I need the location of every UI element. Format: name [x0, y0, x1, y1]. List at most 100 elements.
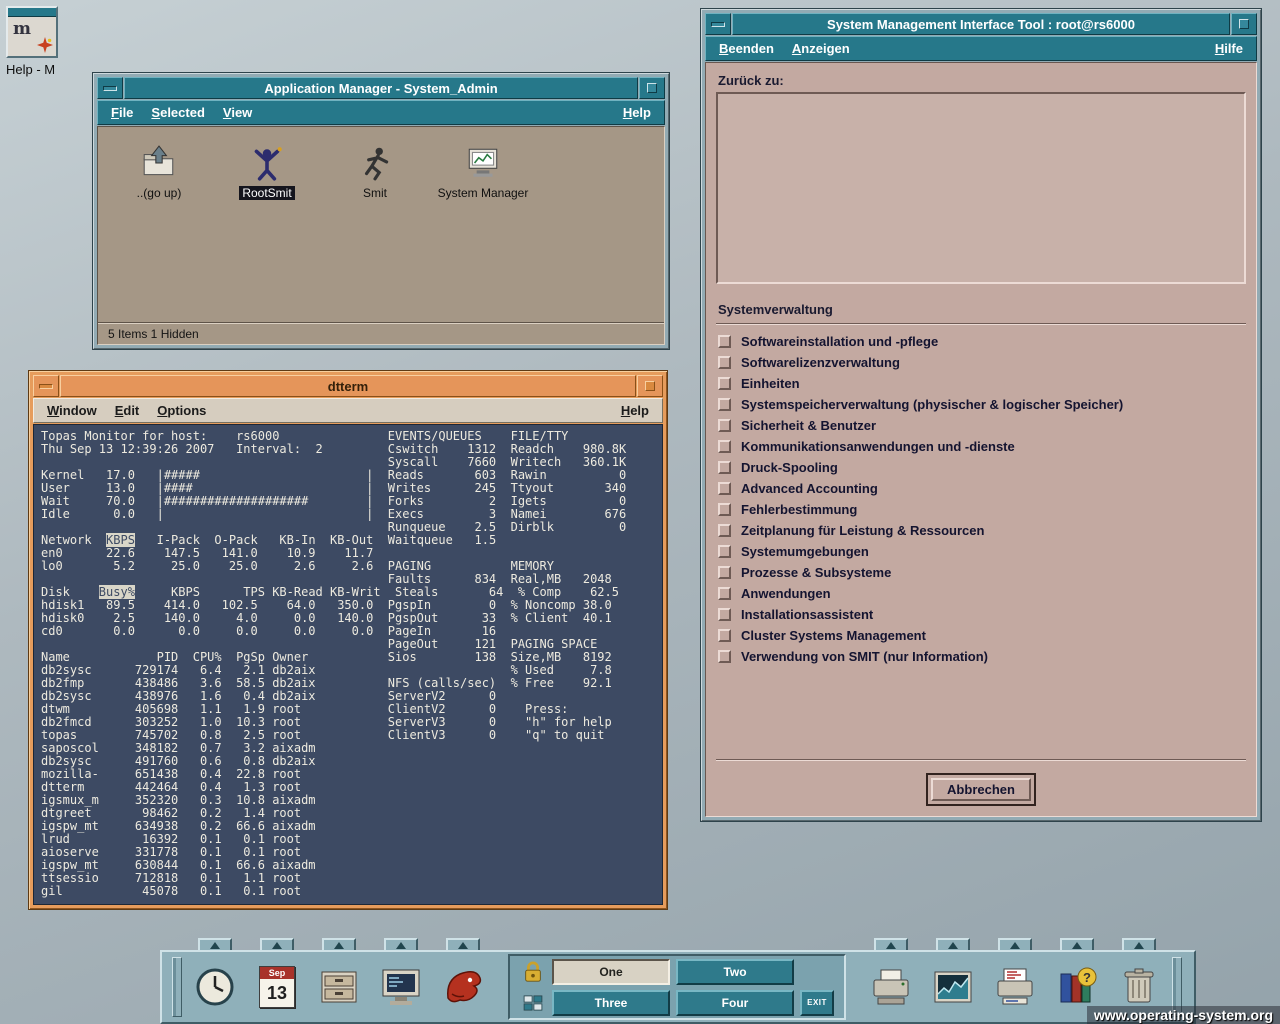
menu-anzeigen[interactable]: Anzeigen [783, 39, 859, 58]
clock-icon [192, 964, 238, 1010]
list-item-button-icon [718, 629, 731, 642]
smit-list-item[interactable]: Softwarelizenzverwaltung [716, 352, 1246, 373]
menu-hilfe[interactable]: Hilfe [1206, 39, 1252, 58]
menu-selected[interactable]: Selected [142, 103, 213, 122]
menu-file[interactable]: File [102, 103, 142, 122]
smit-list-item[interactable]: Systemumgebungen [716, 541, 1246, 562]
icon-rootsmit[interactable]: RootSmit [218, 145, 316, 200]
spacer [716, 284, 1246, 300]
icon-system-manager[interactable]: System Manager [434, 145, 532, 200]
calendar-month: Sep [260, 967, 294, 979]
list-item-button-icon [718, 356, 731, 369]
smit-list-item[interactable]: Fehlerbestimmung [716, 499, 1246, 520]
svg-text:?: ? [1083, 970, 1091, 985]
maximize-icon [1239, 19, 1249, 29]
terminal-button[interactable] [370, 954, 432, 1020]
minimized-window-icon[interactable]: m [6, 6, 58, 58]
button-row: Abbrechen [716, 767, 1246, 808]
window-menu-dash-icon [39, 384, 53, 389]
smit-list-item[interactable]: Anwendungen [716, 583, 1246, 604]
calendar-day: 13 [260, 979, 294, 1007]
menu-beenden[interactable]: Beenden [710, 39, 783, 58]
smit-content: Zurück zu: Systemverwaltung Softwareinst… [705, 62, 1257, 817]
terminal-screen[interactable]: Topas Monitor for host: rs6000 EVENTS/QU… [33, 424, 663, 905]
menu-window[interactable]: Window [38, 401, 106, 420]
smit-list-item[interactable]: Verwendung von SMIT (nur Information) [716, 646, 1246, 667]
exit-button[interactable]: EXIT [800, 990, 834, 1016]
calendar-button[interactable]: Sep 13 [246, 954, 308, 1020]
list-item-label: Verwendung von SMIT (nur Information) [741, 649, 988, 664]
cancel-button[interactable]: Abbrechen [931, 778, 1031, 801]
maximize-button[interactable] [637, 375, 663, 397]
list-item-label: Sicherheit & Benutzer [741, 418, 876, 433]
list-item-label: Softwarelizenzverwaltung [741, 355, 900, 370]
starburst-icon [37, 37, 53, 53]
menu-edit[interactable]: Edit [106, 401, 149, 420]
window-menu-button[interactable] [705, 13, 731, 35]
list-item-label: Installationsassistent [741, 607, 873, 622]
menu-view[interactable]: View [214, 103, 261, 122]
section-separator [716, 323, 1246, 325]
window-menu-dash-icon [711, 22, 725, 27]
menu-options[interactable]: Options [148, 401, 215, 420]
smit-list-item[interactable]: Druck-Spooling [716, 457, 1246, 478]
lock-button[interactable] [520, 959, 546, 985]
smit-window-title: System Management Interface Tool : root@… [732, 13, 1230, 35]
list-item-button-icon [718, 524, 731, 537]
smit-list-item[interactable]: Advanced Accounting [716, 478, 1246, 499]
file-manager-button[interactable] [308, 954, 370, 1020]
smit-list-item[interactable]: Zeitplanung für Leistung & Ressourcen [716, 520, 1246, 541]
list-item-button-icon [718, 398, 731, 411]
smit-list-item[interactable]: Sicherheit & Benutzer [716, 415, 1246, 436]
workspace-options-button[interactable] [520, 990, 546, 1016]
icon-label: Smit [360, 186, 390, 200]
printer-icon [868, 964, 914, 1010]
appmgr-titlebar[interactable]: Application Manager - System_Admin [97, 77, 665, 99]
smit-list-item[interactable]: Prozesse & Subsysteme [716, 562, 1246, 583]
printer-button[interactable] [860, 954, 922, 1020]
clock-button[interactable] [184, 954, 246, 1020]
workspace-two-button[interactable]: Two [676, 959, 794, 985]
file-manager-icon [316, 964, 362, 1010]
maximize-button[interactable] [1231, 13, 1257, 35]
performance-monitor-button[interactable] [922, 954, 984, 1020]
dtterm-titlebar[interactable]: dtterm [33, 375, 663, 397]
mozilla-button[interactable] [432, 954, 494, 1020]
menu-help[interactable]: Help [614, 103, 660, 122]
smit-list-item[interactable]: Installationsassistent [716, 604, 1246, 625]
list-item-label: Einheiten [741, 376, 800, 391]
list-item-label: Druck-Spooling [741, 460, 838, 475]
icon-label: RootSmit [239, 186, 294, 200]
icon-go-up[interactable]: ..(go up) [110, 145, 208, 200]
workspace-one-button[interactable]: One [552, 959, 670, 985]
list-item-button-icon [718, 440, 731, 453]
list-item-label: Systemumgebungen [741, 544, 869, 559]
smit-list-item[interactable]: Softwareinstallation und -pflege [716, 331, 1246, 352]
smit-list-item[interactable]: Kommunikationsanwendungen und -dienste [716, 436, 1246, 457]
smit-titlebar[interactable]: System Management Interface Tool : root@… [705, 13, 1257, 35]
section-title: Systemverwaltung [718, 302, 1246, 317]
icon-smit[interactable]: Smit [326, 145, 424, 200]
smit-list-item[interactable]: Einheiten [716, 373, 1246, 394]
panel-handle[interactable] [172, 957, 182, 1017]
list-item-button-icon [718, 419, 731, 432]
smit-window: System Management Interface Tool : root@… [700, 8, 1262, 822]
list-item-button-icon [718, 650, 731, 663]
smit-list-item[interactable]: Systemspeicherverwaltung (physischer & l… [716, 394, 1246, 415]
menu-help[interactable]: Help [612, 401, 658, 420]
return-to-list[interactable] [716, 92, 1246, 284]
list-item-button-icon [718, 335, 731, 348]
terminal-icon [378, 964, 424, 1010]
maximize-icon [645, 381, 655, 391]
smit-list-item[interactable]: Cluster Systems Management [716, 625, 1246, 646]
system-manager-icon [464, 145, 502, 181]
window-menu-button[interactable] [33, 375, 59, 397]
list-item-label: Advanced Accounting [741, 481, 878, 496]
window-menu-button[interactable] [97, 77, 123, 99]
workspace-three-button[interactable]: Three [552, 990, 670, 1016]
minimized-help-window[interactable]: m Help - M [6, 6, 76, 77]
application-manager-window: Application Manager - System_Admin File … [92, 72, 670, 350]
print-queue-button[interactable] [984, 954, 1046, 1020]
maximize-button[interactable] [639, 77, 665, 99]
workspace-four-button[interactable]: Four [676, 990, 794, 1016]
